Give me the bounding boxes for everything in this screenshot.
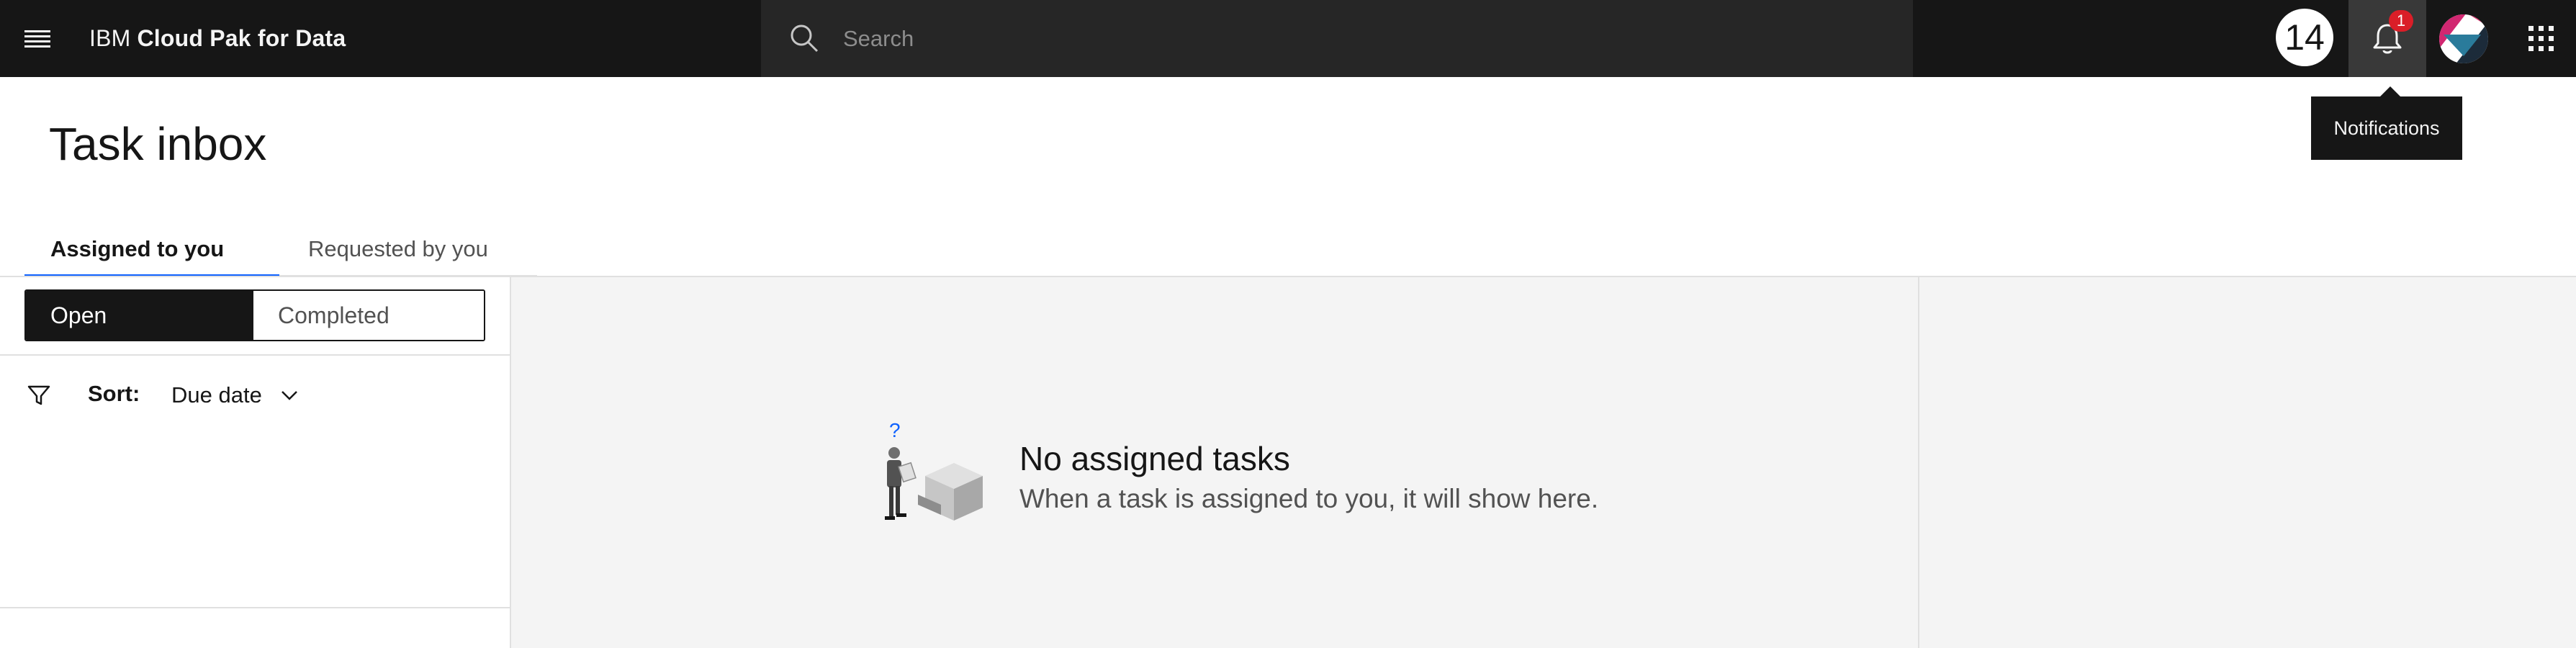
illustration-question-mark: ?	[889, 420, 901, 441]
sort-value: Due date	[171, 382, 262, 408]
notifications-tooltip: Notifications	[2311, 86, 2462, 160]
list-divider	[0, 607, 510, 608]
search-icon	[787, 21, 821, 55]
filter-divider	[0, 354, 510, 356]
count-badge[interactable]: 14	[2276, 9, 2333, 66]
top-header: IBM Cloud Pak for Data 14 1	[0, 0, 2576, 77]
hamburger-menu-icon[interactable]	[17, 20, 58, 58]
search-input[interactable]	[842, 17, 1881, 60]
task-list-panel: Open Completed Sort: Due date	[0, 277, 511, 648]
app-switcher-grid-icon	[2528, 26, 2554, 51]
brand-prefix: IBM	[89, 25, 131, 51]
notifications-button[interactable]: 1	[2348, 0, 2426, 77]
sort-label: Sort:	[88, 381, 140, 406]
user-avatar-icon	[2439, 14, 2488, 63]
status-content-switcher: Open Completed	[24, 289, 485, 341]
inbox-tabs: Assigned to you Requested by you	[24, 223, 537, 278]
notification-count-badge: 1	[2389, 10, 2413, 32]
open-switch-button[interactable]: Open	[26, 291, 253, 340]
empty-state-subtitle: When a task is assigned to you, it will …	[1019, 484, 1599, 513]
tab-assigned-to-you[interactable]: Assigned to you	[24, 223, 279, 278]
brand-name: Cloud Pak for Data	[137, 25, 346, 51]
filter-funnel-icon[interactable]	[26, 382, 52, 408]
empty-state-title: No assigned tasks	[1019, 440, 1290, 477]
tab-requested-by-you[interactable]: Requested by you	[279, 223, 537, 275]
page-title: Task inbox	[49, 118, 267, 170]
sort-dropdown[interactable]: Due date	[171, 378, 300, 413]
app-switcher-button[interactable]	[2505, 0, 2576, 77]
empty-state-illustration: ?	[885, 420, 983, 521]
chevron-down-icon	[281, 391, 297, 400]
completed-switch-button[interactable]: Completed	[253, 291, 484, 340]
product-brand[interactable]: IBM Cloud Pak for Data	[89, 0, 346, 77]
global-search-bar[interactable]	[761, 0, 1913, 77]
user-avatar-button[interactable]	[2426, 0, 2503, 77]
side-panel	[1919, 277, 2576, 648]
task-detail-area: ? No assigned tasks When a task is assig…	[511, 277, 1918, 648]
